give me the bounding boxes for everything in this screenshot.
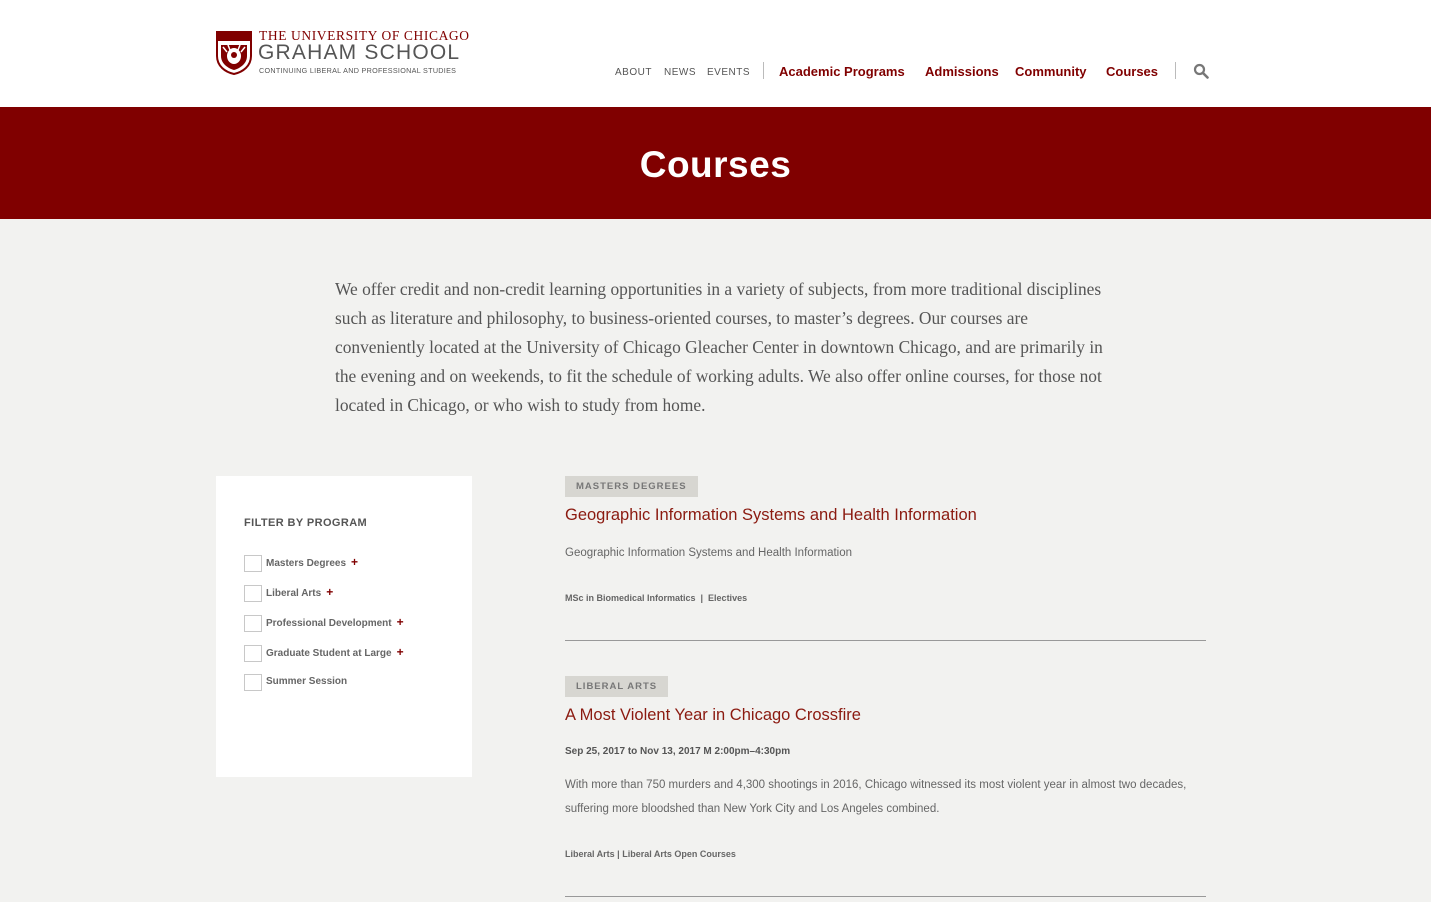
nav-about[interactable]: ABOUT <box>615 67 652 78</box>
logo-school-name: GRAHAM SCHOOL <box>258 41 461 64</box>
checkbox[interactable] <box>244 674 262 691</box>
filter-item-liberal-arts[interactable]: Liberal Arts + <box>244 585 464 603</box>
checkbox[interactable] <box>244 615 262 632</box>
checkbox[interactable] <box>244 645 262 662</box>
filter-item-graduate-student-at-large[interactable]: Graduate Student at Large + <box>244 645 464 663</box>
filter-label: Summer Session <box>266 676 348 687</box>
nav-divider <box>763 62 764 79</box>
course-description: Geographic Information Systems and Healt… <box>565 547 853 559</box>
filter-item-masters-degrees[interactable]: Masters Degrees + <box>244 555 464 573</box>
checkbox[interactable] <box>244 555 262 572</box>
nav-community[interactable]: Community <box>1015 64 1087 79</box>
nav-admissions[interactable]: Admissions <box>925 64 999 79</box>
divider <box>565 640 1206 641</box>
nav-courses[interactable]: Courses <box>1106 64 1158 79</box>
course-description: With more than 750 murders and 4,300 sho… <box>565 779 1187 815</box>
course-title-link[interactable]: A Most Violent Year in Chicago Crossfire <box>565 706 861 725</box>
checkbox[interactable] <box>244 585 262 602</box>
course-title-link[interactable]: Geographic Information Systems and Healt… <box>565 506 977 525</box>
program-tag: MASTERS DEGREES <box>565 476 698 497</box>
course-date: Sep 25, 2017 to Nov 13, 2017 M 2:00pm–4:… <box>565 746 791 757</box>
nav-academic-programs[interactable]: Academic Programs <box>779 64 905 79</box>
filter-label: Masters Degrees <box>266 558 347 569</box>
plus-icon[interactable]: + <box>397 616 404 628</box>
filter-label: Liberal Arts <box>266 588 322 599</box>
university-crest-icon <box>216 31 252 75</box>
filter-title: FILTER BY PROGRAM <box>244 517 368 529</box>
filter-item-professional-development[interactable]: Professional Development + <box>244 615 464 633</box>
nav-events[interactable]: EVENTS <box>707 67 750 78</box>
plus-icon[interactable]: + <box>351 556 358 568</box>
filter-panel: FILTER BY PROGRAM Masters Degrees + Liber… <box>216 476 472 777</box>
course-meta: MSc in Biomedical Informatics | Elective… <box>565 593 748 603</box>
plus-icon[interactable]: + <box>397 646 404 658</box>
plus-icon[interactable]: + <box>326 586 333 598</box>
program-tag: LIBERAL ARTS <box>565 676 669 697</box>
nav-news[interactable]: NEWS <box>664 67 696 78</box>
search-icon[interactable] <box>1193 63 1209 79</box>
filter-label: Graduate Student at Large <box>266 648 392 659</box>
page-title: Courses <box>639 144 792 185</box>
nav-divider-2 <box>1175 62 1176 79</box>
logo-tagline: CONTINUING LIBERAL AND PROFESSIONAL STUD… <box>259 66 457 75</box>
site-header: THE UNIVERSITY OF CHICAGO GRAHAM SCHOOL … <box>0 0 1431 107</box>
page-banner: Courses <box>0 107 1431 219</box>
divider <box>565 896 1206 897</box>
filter-label: Professional Development <box>266 618 392 629</box>
filter-item-summer-session[interactable]: Summer Session <box>244 674 464 692</box>
course-meta: Liberal Arts | Liberal Arts Open Courses <box>565 849 736 859</box>
intro-paragraph: We offer credit and non-credit learning … <box>335 279 1103 415</box>
graham-school-logo[interactable]: THE UNIVERSITY OF CHICAGO GRAHAM SCHOOL … <box>216 28 476 76</box>
